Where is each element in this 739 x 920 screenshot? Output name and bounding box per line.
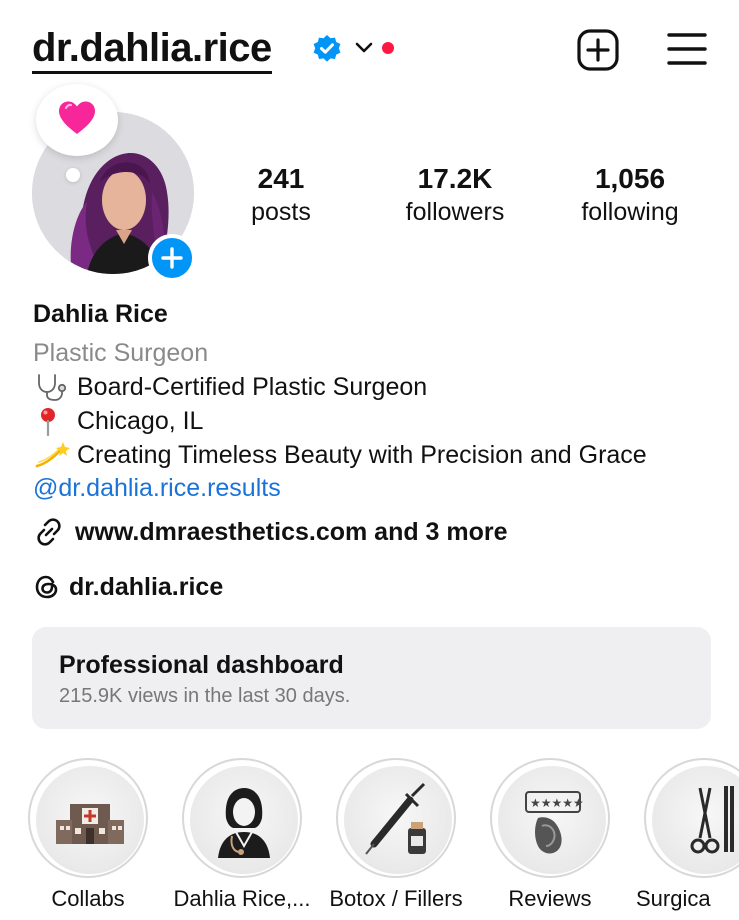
- dizzy-star-icon: [35, 442, 70, 468]
- threads-handle[interactable]: dr.dahlia.rice: [69, 573, 223, 602]
- highlight-ring: [336, 758, 456, 878]
- highlight-cover: [190, 766, 298, 874]
- bio-line-location-text: Chicago, IL: [77, 406, 204, 435]
- dashboard-title: Professional dashboard: [59, 651, 344, 679]
- highlight-cover: [36, 766, 144, 874]
- posts-count: 241: [257, 163, 305, 194]
- username-switcher[interactable]: dr.dahlia.rice: [32, 26, 272, 74]
- highlight-cover: [652, 766, 739, 874]
- add-story-button[interactable]: [148, 234, 196, 282]
- highlight-label: Reviews: [508, 886, 592, 911]
- followers-count: 17.2K: [417, 163, 493, 194]
- dashboard-subtitle: 215.9K views in the last 30 days.: [59, 685, 351, 707]
- followers-stat[interactable]: 17.2K followers: [395, 162, 515, 228]
- stethoscope-icon: [38, 374, 67, 401]
- highlight-ring: [182, 758, 302, 878]
- doctor-icon: [218, 788, 270, 858]
- highlight-cover: ★★★★★: [498, 766, 606, 874]
- posts-stat[interactable]: 241 posts: [230, 162, 332, 228]
- link-icon: [37, 518, 61, 546]
- bio-line-credentials-text: Board-Certified Plastic Surgeon: [77, 372, 428, 401]
- syringe-icon: [365, 782, 426, 855]
- pin-icon: [41, 408, 55, 436]
- external-links[interactable]: www.dmraesthetics.com and 3 more: [33, 516, 508, 548]
- highlight-ring: [644, 758, 739, 878]
- threads-link[interactable]: dr.dahlia.rice: [33, 572, 223, 602]
- notification-dot: [382, 42, 394, 54]
- chevron-down-icon[interactable]: [354, 40, 374, 56]
- threads-icon: [35, 575, 58, 599]
- heart-icon: [59, 101, 95, 134]
- review-stars-icon: ★★★★★: [525, 791, 584, 854]
- highlight-label: Collabs: [51, 886, 125, 911]
- surgical-tools-icon: [690, 786, 734, 854]
- profile-category: Plastic Surgeon: [33, 339, 209, 367]
- external-links-text[interactable]: www.dmraesthetics.com and 3 more: [75, 518, 508, 547]
- following-label: following: [581, 198, 679, 226]
- highlight-ring: ★★★★★: [490, 758, 610, 878]
- hamburger-menu-icon[interactable]: [666, 30, 708, 68]
- mention-link[interactable]: @dr.dahlia.rice.results: [33, 474, 281, 503]
- bio-line-location: Chicago, IL: [33, 406, 203, 436]
- verified-badge-icon: [313, 35, 341, 62]
- highlight-ring: [28, 758, 148, 878]
- professional-dashboard-card[interactable]: Professional dashboard 215.9K views in t…: [32, 627, 711, 729]
- plus-square-icon[interactable]: [576, 28, 620, 72]
- following-stat[interactable]: 1,056 following: [570, 162, 690, 228]
- profile-name: Dahlia Rice: [33, 300, 168, 328]
- highlight-cover: [344, 766, 452, 874]
- bio-line-credentials: Board-Certified Plastic Surgeon: [33, 372, 427, 402]
- bio-line-tagline-text: Creating Timeless Beauty with Precision …: [77, 440, 647, 469]
- highlight-label: Botox / Fillers: [329, 886, 463, 911]
- bio-line-tagline: Creating Timeless Beauty with Precision …: [33, 440, 647, 470]
- followers-label: followers: [405, 198, 505, 226]
- following-count: 1,056: [594, 163, 666, 194]
- note-bubble-tail: [66, 168, 80, 182]
- highlight-label: Surgica: [636, 886, 711, 911]
- profile-header: dr.dahlia.rice: [0, 0, 739, 100]
- svg-text:★★★★★: ★★★★★: [530, 796, 584, 810]
- plus-icon: [161, 247, 183, 269]
- posts-label: posts: [251, 198, 311, 226]
- highlight-label: Dahlia Rice,...: [173, 886, 311, 911]
- hospital-icon: [56, 804, 124, 844]
